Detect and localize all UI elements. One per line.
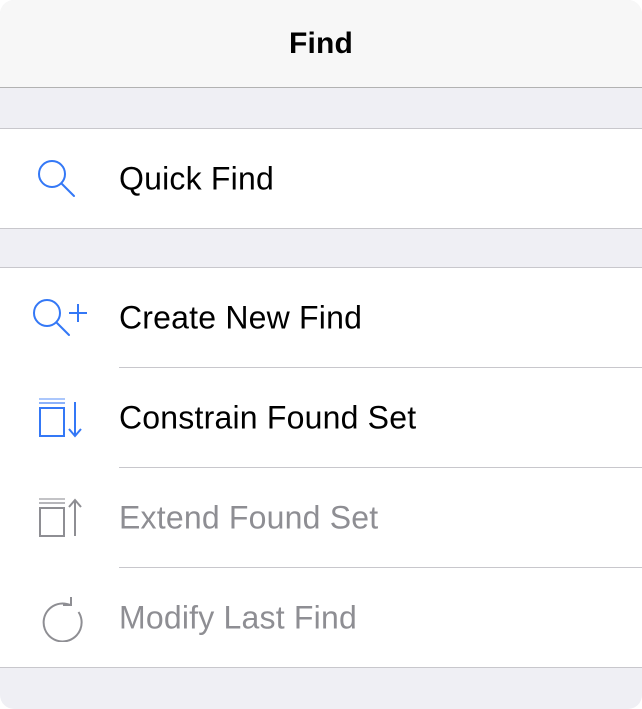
popover-header: Find — [0, 0, 642, 88]
find-actions-group: Create New Find Constrain Found Set Exte… — [0, 267, 642, 668]
refresh-icon — [30, 594, 90, 642]
find-popover: Find Quick Find Create New Find Constrai… — [0, 0, 642, 709]
extend-found-set-label: Extend Found Set — [119, 499, 379, 536]
constrain-found-set-label: Constrain Found Set — [119, 399, 417, 436]
page-title: Find — [288, 26, 354, 60]
magnifier-plus-icon — [30, 294, 90, 342]
modify-last-find-item[interactable]: Modify Last Find — [0, 568, 642, 668]
constrain-found-set-icon — [30, 394, 90, 442]
create-new-find-item[interactable]: Create New Find — [0, 268, 642, 368]
magnifier-icon — [30, 155, 90, 203]
extend-found-set-icon — [30, 494, 90, 542]
extend-found-set-item[interactable]: Extend Found Set — [0, 468, 642, 568]
constrain-found-set-item[interactable]: Constrain Found Set — [0, 368, 642, 468]
create-new-find-label: Create New Find — [119, 299, 363, 336]
quick-find-group: Quick Find — [0, 128, 642, 229]
modify-last-find-label: Modify Last Find — [119, 599, 357, 636]
quick-find-label: Quick Find — [119, 160, 274, 197]
quick-find-item[interactable]: Quick Find — [0, 129, 642, 229]
